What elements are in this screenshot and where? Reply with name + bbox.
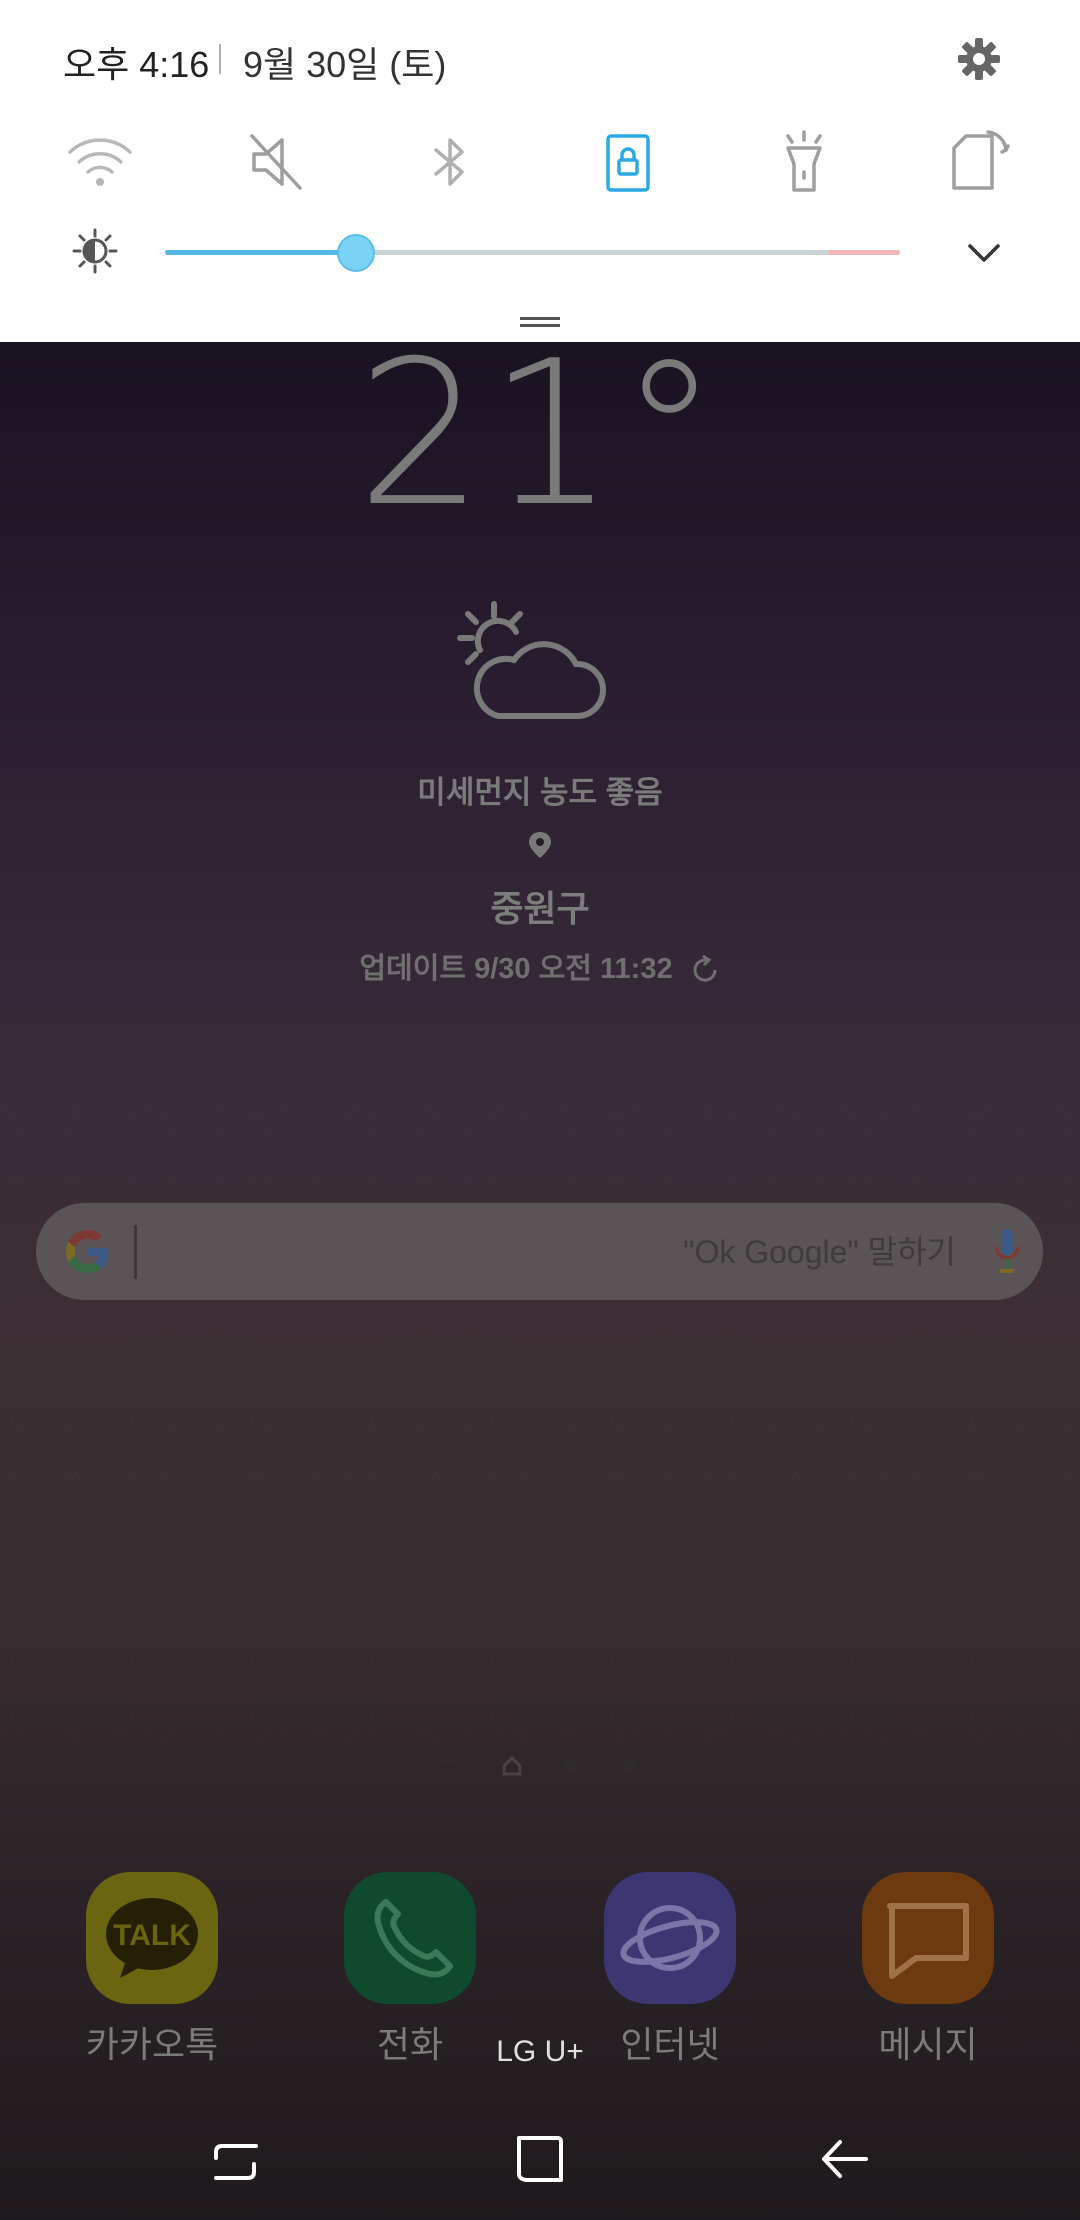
phone-icon[interactable] <box>344 1872 476 2004</box>
refresh-icon[interactable] <box>689 954 721 986</box>
carrier-label: LG U+ <box>496 2035 584 2068</box>
sound-mute-icon[interactable] <box>242 126 314 198</box>
location-pin-icon <box>529 832 551 858</box>
pager-home-icon[interactable] <box>500 1754 524 1783</box>
status-time: 오후 4:16 <box>63 44 210 85</box>
settings-gear-icon[interactable] <box>956 36 1002 82</box>
pager-menu-icon[interactable] <box>440 1760 458 1772</box>
weather-location: 중원구 <box>490 888 590 929</box>
status-date[interactable]: 9월 30일 (토) <box>243 36 446 88</box>
home-icon[interactable] <box>505 2124 575 2194</box>
screen-lock-icon[interactable] <box>592 126 664 198</box>
internet-icon[interactable] <box>604 1872 736 2004</box>
pager-dot[interactable] <box>563 1760 577 1774</box>
wallpaper-stars <box>0 1050 1080 1750</box>
brightness-overheat-zone <box>828 250 900 255</box>
pager-dot[interactable] <box>623 1760 637 1774</box>
partly-cloudy-icon[interactable] <box>448 598 608 728</box>
brightness-slider[interactable] <box>165 234 900 272</box>
fine-dust-status: 미세먼지 농도 좋음 <box>417 775 663 810</box>
wifi-icon[interactable] <box>64 126 136 198</box>
weather-temperature[interactable]: 21° <box>0 335 1080 535</box>
google-search-bar[interactable] <box>36 1203 1043 1300</box>
brightness-thumb[interactable] <box>337 234 375 272</box>
messages-icon[interactable] <box>862 1872 994 2004</box>
weather-update-text: 업데이트 9/30 오전 11:32 <box>359 953 673 985</box>
recent-apps-icon[interactable] <box>200 2124 270 2194</box>
brightness-fill <box>165 250 356 255</box>
google-g-icon[interactable] <box>62 1227 112 1277</box>
mic-icon[interactable] <box>992 1225 1022 1279</box>
page-indicator[interactable] <box>440 1752 640 1782</box>
kakaotalk-icon-text: TALK <box>113 1919 191 1952</box>
panel-drag-handle[interactable] <box>520 317 560 327</box>
bluetooth-icon[interactable] <box>414 126 486 198</box>
auto-rotate-icon[interactable] <box>944 126 1016 198</box>
chevron-down-icon[interactable] <box>964 236 1004 270</box>
quick-panel: 오후 4:16 9월 30일 (토) <box>0 0 1080 342</box>
search-cursor <box>134 1225 137 1279</box>
search-input[interactable] <box>156 1217 956 1287</box>
time-date-divider <box>219 44 221 74</box>
flashlight-icon[interactable] <box>768 126 840 198</box>
navigation-bar <box>0 2096 1080 2220</box>
kakaotalk-icon[interactable]: TALK <box>86 1872 218 2004</box>
brightness-icon[interactable] <box>72 228 118 274</box>
weather-update: 업데이트 9/30 오전 11:32 <box>0 945 1080 987</box>
back-icon[interactable] <box>810 2124 880 2194</box>
